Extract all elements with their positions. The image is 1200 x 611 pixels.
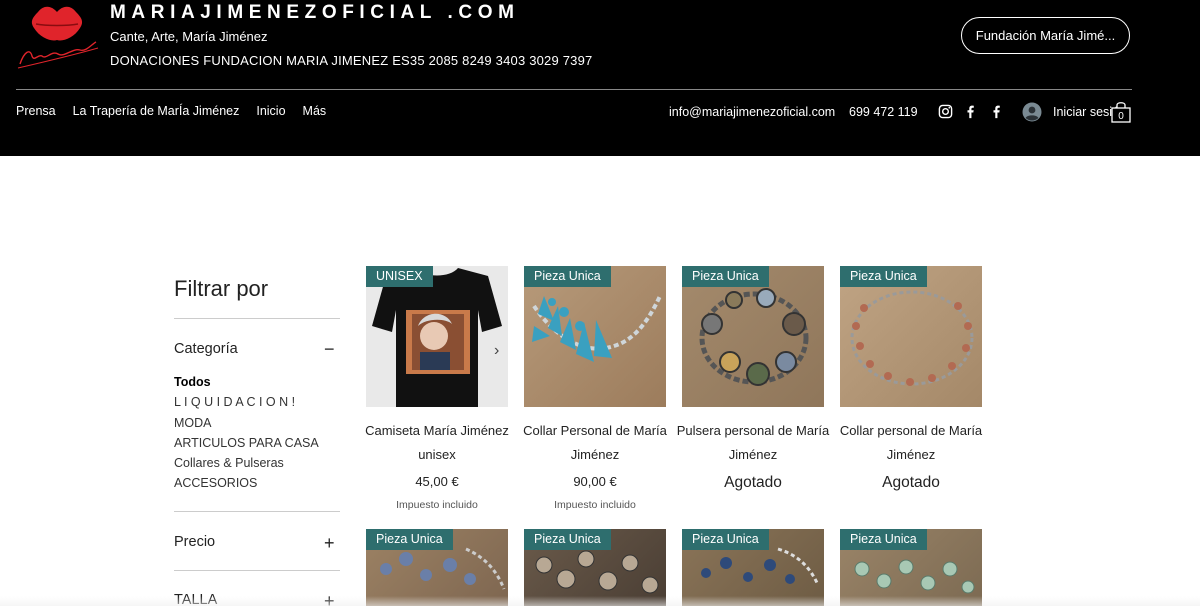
category-item-moda[interactable]: MODA [174,416,319,436]
filter-divider [174,511,340,512]
product-name[interactable]: Camiseta María Jiménez unisex [360,419,514,467]
site-title[interactable]: MARIAJIMENEZOFICIAL .COM [110,2,520,24]
cart-icon[interactable]: 0 [1110,100,1132,124]
category-item-todos[interactable]: Todos [174,375,319,395]
product-ribbon: Pieza Unica [682,266,769,287]
category-item-articulos-casa[interactable]: ARTICULOS PARA CASA [174,436,319,456]
contact-phone[interactable]: 699 472 119 [849,105,918,119]
sold-out-label: Agotado [882,474,940,491]
product-image[interactable] [524,266,666,407]
nav-item-mas[interactable]: Más [303,104,327,118]
fundacion-button[interactable]: Fundación María Jimé... [961,17,1130,54]
bracelet-image [699,288,809,386]
product-ribbon: Pieza Unica [524,529,611,550]
page-bottom-shadow [0,596,1200,606]
donation-info: DONACIONES FUNDACION MARIA JIMENEZ ES35 … [110,53,593,68]
product-image[interactable] [840,266,982,407]
site-subtitle: Cante, Arte, María Jiménez [110,29,268,44]
category-item-collares-pulseras[interactable]: Collares & Pulseras [174,456,319,476]
site-header: MARIAJIMENEZOFICIAL .COM Cante, Arte, Ma… [0,0,1200,156]
product-price: 90,00 € [573,474,617,489]
user-avatar-icon[interactable] [1022,102,1042,122]
tshirt-image [372,268,502,407]
cart-count: 0 [1118,111,1124,122]
product-name[interactable]: Pulsera personal de María Jiménez [676,419,830,467]
product-image[interactable] [682,266,824,407]
product-ribbon: Pieza Unica [682,529,769,550]
collapse-icon[interactable]: − [324,340,335,358]
product-name[interactable]: Collar Personal de María Jiménez [518,419,672,467]
tax-note: Impuesto incluido [554,499,636,511]
filter-divider [174,570,340,571]
product-ribbon: UNISEX [366,266,433,287]
product-name[interactable]: Collar personal de María Jiménez [834,419,988,467]
product-ribbon: Pieza Unica [366,529,453,550]
product-image[interactable]: › [366,266,508,407]
product-ribbon: Pieza Unica [840,529,927,550]
nav-item-inicio[interactable]: Inicio [256,104,285,118]
product-price: 45,00 € [415,474,459,489]
filter-title: Filtrar por [174,276,269,301]
category-item-liquidacion[interactable]: L I Q U I D A C I O N ! [174,395,319,415]
contact-email-link[interactable]: info@mariajimenezoficial.com [669,105,835,119]
nav-item-prensa[interactable]: Prensa [16,104,56,118]
category-list: Todos L I Q U I D A C I O N ! MODA ARTIC… [174,375,319,497]
main-nav: Prensa La Trapería de MarÍa Jiménez Inic… [16,104,343,118]
product-ribbon: Pieza Unica [840,266,927,287]
necklace-image [850,290,974,386]
price-filter-label[interactable]: Precio [174,534,215,550]
product-ribbon: Pieza Unica [524,266,611,287]
expand-icon[interactable]: + [324,534,335,552]
necklace-image [532,295,662,362]
facebook-icon[interactable] [989,104,1004,119]
nav-item-traperia[interactable]: La Trapería de MarÍa Jiménez [73,104,240,118]
instagram-icon[interactable] [938,104,953,119]
facebook-icon[interactable] [963,104,978,119]
chevron-right-icon[interactable]: › [494,342,499,360]
category-item-accesorios[interactable]: ACCESORIOS [174,476,319,496]
lips-logo-icon[interactable] [14,4,100,74]
tax-note: Impuesto incluido [396,499,478,511]
sold-out-label: Agotado [724,474,782,491]
category-filter-label[interactable]: Categoría [174,341,238,357]
header-divider [16,89,1132,90]
filter-divider [174,318,340,319]
